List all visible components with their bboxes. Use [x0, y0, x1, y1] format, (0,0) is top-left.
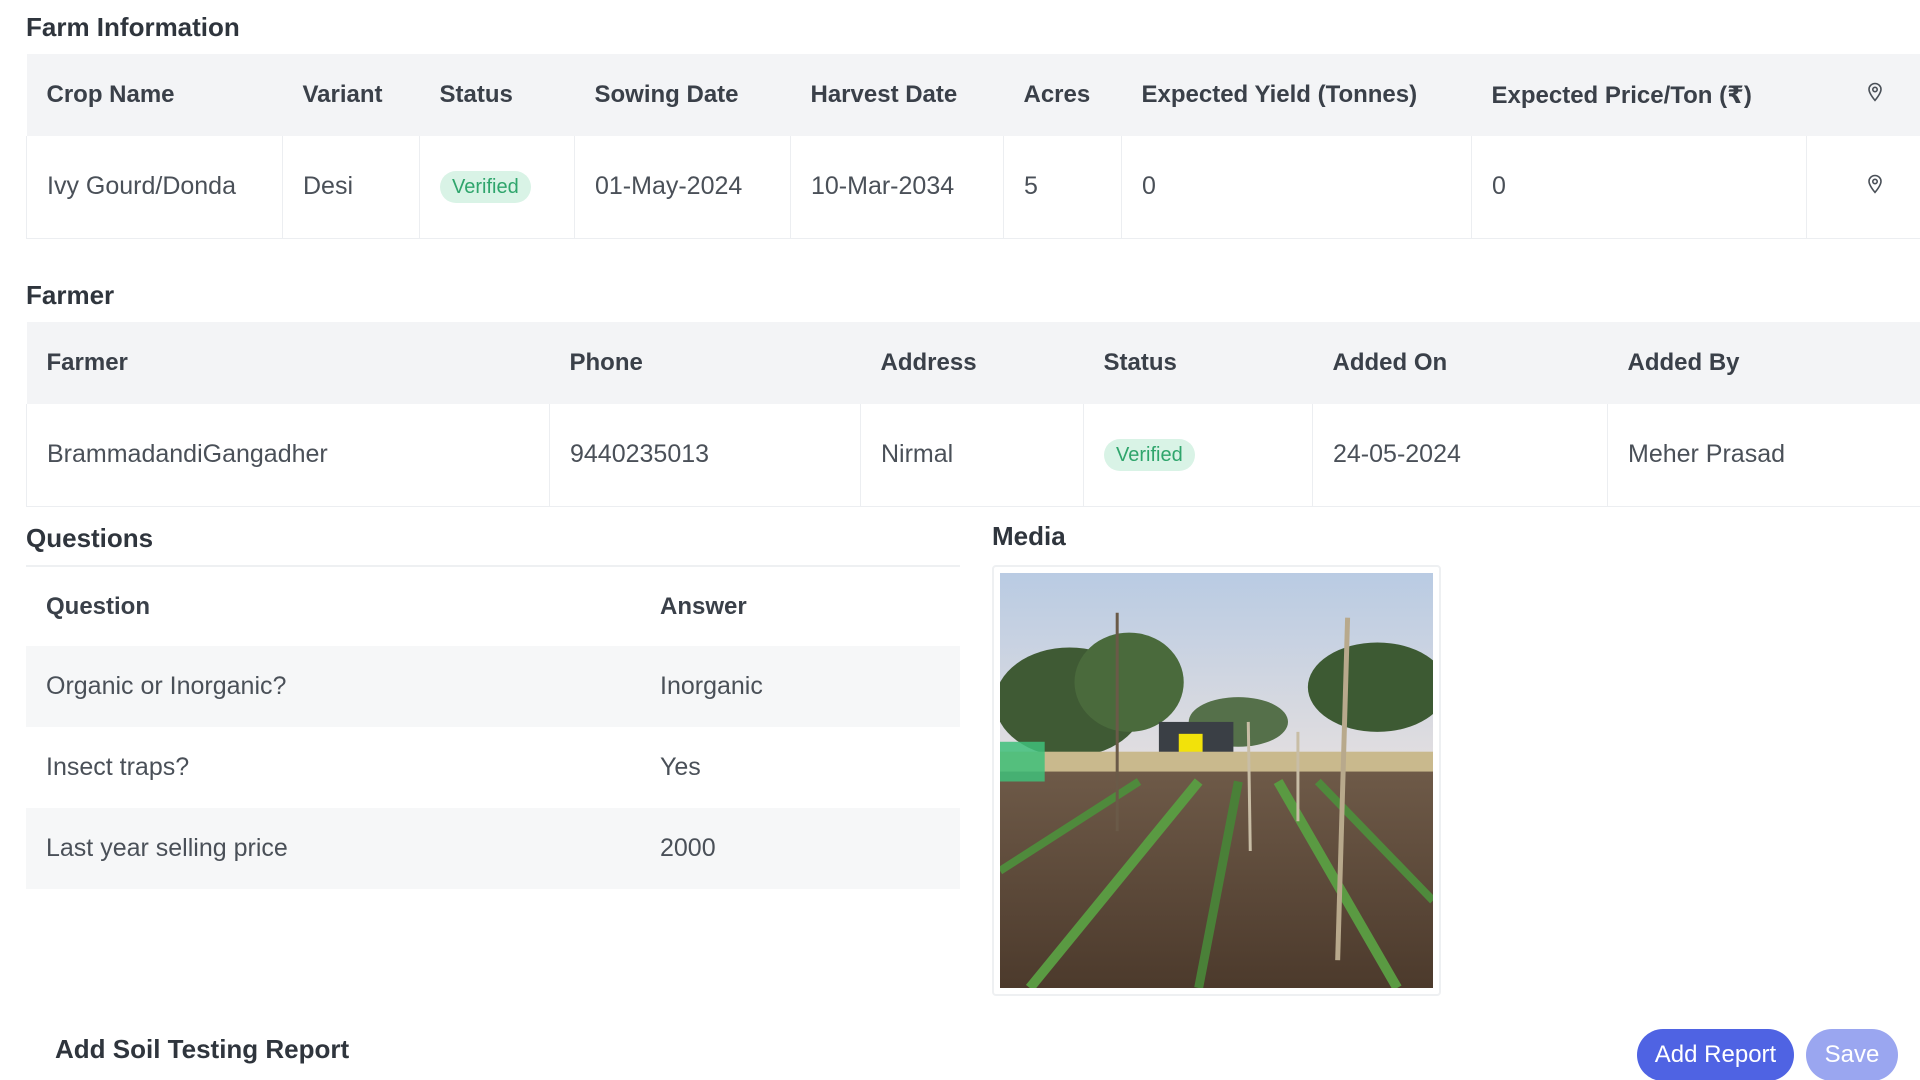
expected-price-cell: 0: [1471, 136, 1807, 239]
harvest-date-cell: 10-Mar-2034: [790, 136, 1004, 239]
farm-photo[interactable]: [1000, 573, 1433, 988]
column-header: Farmer: [26, 322, 550, 404]
added-by-cell: Meher Prasad: [1607, 404, 1920, 507]
answer-cell: 2000: [640, 808, 960, 889]
column-header: Answer: [640, 565, 960, 646]
table-row: BrammadandiGangadher 9440235013 Nirmal V…: [26, 404, 1920, 507]
expected-yield-cell: 0: [1121, 136, 1472, 239]
column-header: Added On: [1312, 322, 1608, 404]
status-badge: Verified: [440, 170, 531, 203]
questions-title: Questions: [26, 523, 154, 553]
column-header: Expected Yield (Tonnes): [1121, 54, 1472, 136]
status-badge: Verified: [1104, 438, 1195, 471]
acres-cell: 5: [1003, 136, 1122, 239]
column-header: Harvest Date: [790, 54, 1004, 136]
column-header: Phone: [549, 322, 861, 404]
column-header: Crop Name: [26, 54, 283, 136]
table-header-row: Crop Name Variant Status Sowing Date Har…: [26, 54, 1920, 136]
crop-name-cell: Ivy Gourd/Donda: [26, 136, 283, 239]
media-thumbnail[interactable]: [992, 565, 1441, 996]
farm-information-table: Crop Name Variant Status Sowing Date Har…: [26, 54, 1920, 239]
farmer-table: Farmer Phone Address Status Added On Add…: [26, 322, 1920, 507]
column-header: Status: [419, 54, 575, 136]
table-row: Ivy Gourd/Donda Desi Verified 01-May-202…: [26, 136, 1920, 239]
column-header: Sowing Date: [574, 54, 791, 136]
map-pin-icon[interactable]: [1865, 174, 1885, 194]
table-row: Organic or Inorganic? Inorganic: [26, 646, 960, 727]
status-cell: Verified: [1083, 404, 1313, 507]
column-header: Variant: [282, 54, 420, 136]
question-cell: Last year selling price: [26, 808, 640, 889]
column-header: Added By: [1607, 322, 1920, 404]
column-header: Expected Price/Ton (₹): [1471, 54, 1807, 136]
column-header: Status: [1083, 322, 1313, 404]
question-cell: Insect traps?: [46, 753, 190, 781]
save-button[interactable]: Save: [1806, 1029, 1898, 1080]
farmer-name-cell: BrammadandiGangadher: [26, 404, 550, 507]
column-header: Acres: [1003, 54, 1122, 136]
answer-cell: Yes: [660, 753, 701, 781]
farm-information-title: Farm Information: [26, 12, 240, 42]
table-row: Insect traps? Yes: [26, 727, 960, 808]
status-cell: Verified: [419, 136, 575, 239]
answer-cell: Inorganic: [640, 646, 960, 727]
table-header-row: Farmer Phone Address Status Added On Add…: [26, 322, 1920, 404]
added-on-cell: 24-05-2024: [1312, 404, 1608, 507]
table-header-row: Question Answer: [26, 565, 960, 646]
questions-table: Question Answer Organic or Inorganic? In…: [26, 565, 960, 889]
sowing-date-cell: 01-May-2024: [574, 136, 791, 239]
add-soil-testing-report-title: Add Soil Testing Report: [55, 1034, 350, 1064]
location-header: [1806, 54, 1920, 136]
column-header: Question: [26, 565, 640, 646]
question-cell: Organic or Inorganic?: [26, 646, 640, 727]
location-cell[interactable]: [1806, 136, 1920, 239]
map-pin-icon: [1867, 82, 1882, 102]
farmer-title: Farmer: [26, 280, 115, 310]
column-header: Address: [860, 322, 1084, 404]
add-report-button[interactable]: Add Report: [1637, 1029, 1794, 1080]
variant-cell: Desi: [282, 136, 420, 239]
phone-cell: 9440235013: [549, 404, 861, 507]
address-cell: Nirmal: [860, 404, 1084, 507]
table-row: Last year selling price 2000: [26, 808, 960, 889]
media-title: Media: [992, 521, 1066, 551]
